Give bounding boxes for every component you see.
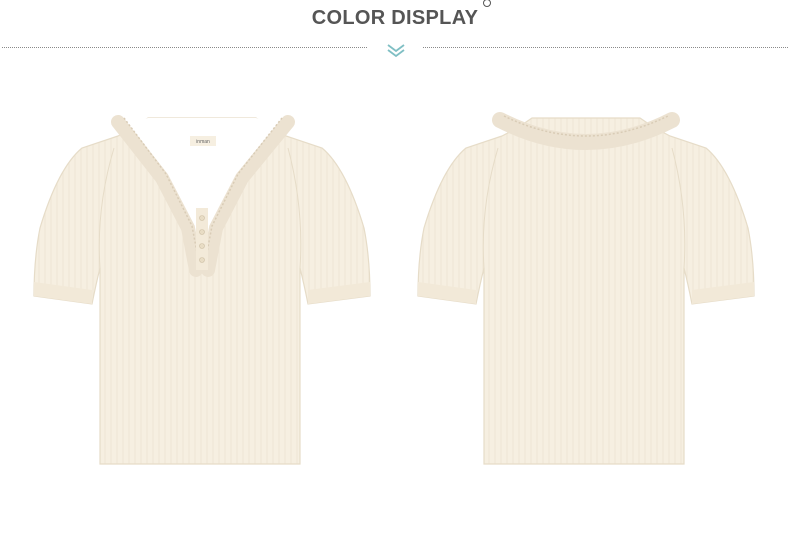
divider-right bbox=[423, 47, 788, 48]
button-4 bbox=[199, 257, 205, 263]
button-3 bbox=[199, 243, 205, 249]
section-header: COLOR DISPLAY bbox=[0, 0, 790, 70]
product-image-back bbox=[417, 112, 755, 465]
product-image-front: inman bbox=[33, 115, 371, 465]
degree-mark bbox=[483, 0, 492, 7]
button-2 bbox=[199, 229, 205, 235]
brand-label-text: inman bbox=[196, 139, 210, 145]
divider-left bbox=[2, 47, 367, 48]
section-title: COLOR DISPLAY bbox=[312, 0, 492, 30]
section-title-wrap: COLOR DISPLAY bbox=[0, 0, 790, 30]
double-chevron-down-icon bbox=[387, 44, 405, 58]
button-1 bbox=[199, 215, 205, 221]
